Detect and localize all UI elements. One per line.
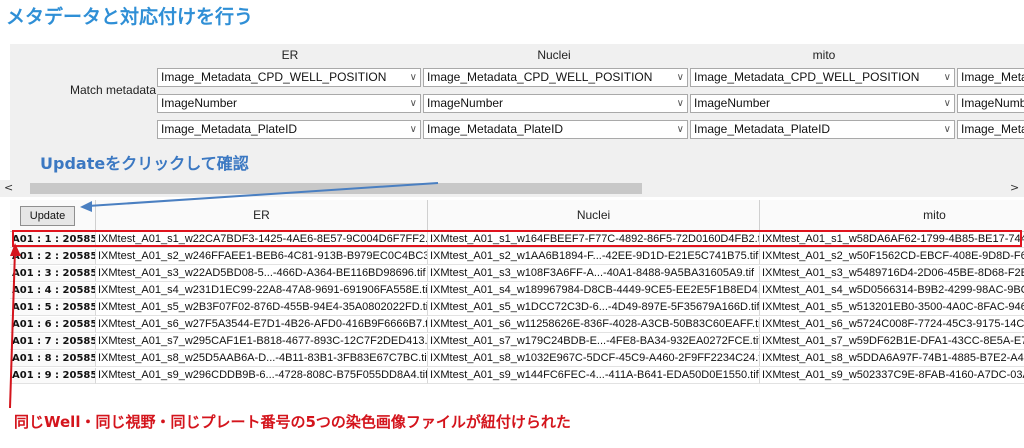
scroll-left-icon[interactable]: < xyxy=(4,181,13,194)
table-cell: IXMtest_A01_s1_w164FBEEF7-F77C-4892-86F5… xyxy=(428,232,760,248)
row-header: A01 : 9 : 20585 xyxy=(10,368,96,384)
chevron-down-icon: ∨ xyxy=(409,72,417,83)
match-col-header-nuclei: Nuclei xyxy=(537,48,571,62)
table-cell: IXMtest_A01_s8_w1032E967C-5DCF-45C9-A460… xyxy=(428,351,760,367)
table-cell: IXMtest_A01_s5_w2B3F07F02-876D-455B-94E4… xyxy=(96,300,428,316)
table-cell: IXMtest_A01_s6_w5724C008F-7724-45C3-9175… xyxy=(760,317,1024,333)
chevron-down-icon: ∨ xyxy=(676,72,684,83)
row-header: A01 : 5 : 20585 xyxy=(10,300,96,316)
horizontal-scrollbar[interactable]: < > xyxy=(0,180,1024,197)
table-cell: IXMtest_A01_s9_w502337C9E-8FAB-4160-A7DC… xyxy=(760,368,1024,384)
table-cell: IXMtest_A01_s5_w513201EB0-3500-4A0C-8FAC… xyxy=(760,300,1024,316)
metadata-dropdown[interactable]: Image_Metadata_PlateID ∨ xyxy=(423,120,688,139)
metadata-dropdown[interactable]: Image_Metadata_CPD_WELL_POSITION ∨ xyxy=(690,68,955,87)
metadata-dropdown[interactable]: Image_Metad xyxy=(957,120,1024,139)
table-cell: IXMtest_A01_s5_w1DCC72C3D-6...-4D49-897E… xyxy=(428,300,760,316)
table-cell: IXMtest_A01_s4_w231D1EC99-22A8-47A8-9691… xyxy=(96,283,428,299)
table-cell: IXMtest_A01_s3_w108F3A6FF-A...-40A1-8488… xyxy=(428,266,760,282)
table-row[interactable]: A01 : 7 : 20585 IXMtest_A01_s7_w295CAF1E1… xyxy=(10,334,1024,350)
table-cell: IXMtest_A01_s8_w25D5AAB6A-D...-4B11-83B1… xyxy=(96,351,428,367)
row-header: A01 : 2 : 20585 xyxy=(10,249,96,265)
chevron-down-icon: ∨ xyxy=(943,124,951,135)
metadata-dropdown[interactable]: Image_Metadata_CPD_WELL_POSITION ∨ xyxy=(157,68,421,87)
chevron-down-icon: ∨ xyxy=(676,124,684,135)
table-cell: IXMtest_A01_s3_w22AD5BD08-5...-466D-A364… xyxy=(96,266,428,282)
table-cell: IXMtest_A01_s4_w189967984-D8CB-4449-9CE5… xyxy=(428,283,760,299)
table-header: ER Nuclei mito xyxy=(10,200,1024,232)
table-col-header-mito: mito xyxy=(760,200,1024,232)
table-col-header-er: ER xyxy=(96,200,428,232)
table-cell: IXMtest_A01_s1_w22CA7BDF3-1425-4AE6-8E57… xyxy=(96,232,428,248)
table-row[interactable]: A01 : 9 : 20585 IXMtest_A01_s9_w296CDDB9B… xyxy=(10,368,1024,384)
chevron-down-icon: ∨ xyxy=(409,98,417,109)
table-cell: IXMtest_A01_s2_w1AA6B1894-F...-42EE-9D1D… xyxy=(428,249,760,265)
table-cell: IXMtest_A01_s7_w59DF62B1E-DFA1-43CC-8E5A… xyxy=(760,334,1024,350)
table-row[interactable]: A01 : 6 : 20585 IXMtest_A01_s6_w27F5A3544… xyxy=(10,317,1024,333)
metadata-dropdown[interactable]: Image_Metadata_CPD_WELL_POSITION ∨ xyxy=(423,68,688,87)
metadata-dropdown[interactable]: Image_Metadata_PlateID ∨ xyxy=(690,120,955,139)
metadata-dropdown[interactable]: ImageNumber ∨ xyxy=(690,94,955,113)
match-col-header-mito: mito xyxy=(812,48,836,62)
update-annotation: Updateをクリックして確認 xyxy=(40,154,249,173)
table-row[interactable]: A01 : 4 : 20585 IXMtest_A01_s4_w231D1EC99… xyxy=(10,283,1024,299)
match-col-header-er: ER xyxy=(281,48,299,62)
row-header: A01 : 8 : 20585 xyxy=(10,351,96,367)
chevron-down-icon: ∨ xyxy=(943,72,951,83)
page-title: メタデータと対応付けを行う xyxy=(6,6,254,28)
metadata-dropdown[interactable]: Image_Metadata_PlateID ∨ xyxy=(157,120,421,139)
table-col-header-nuclei: Nuclei xyxy=(428,200,760,232)
table-cell: IXMtest_A01_s4_w5D0566314-B9B2-4299-98AC… xyxy=(760,283,1024,299)
table-cell: IXMtest_A01_s7_w295CAF1E1-B818-4677-893C… xyxy=(96,334,428,350)
chevron-down-icon: ∨ xyxy=(409,124,417,135)
bottom-note: 同じWell・同じ視野・同じプレート番号の5つの染色画像ファイルが紐付けられた xyxy=(14,413,571,431)
table-cell: IXMtest_A01_s7_w179C24BDB-E...-4FE8-BA34… xyxy=(428,334,760,350)
row-header: A01 : 4 : 20585 xyxy=(10,283,96,299)
table-cell: IXMtest_A01_s2_w50F1562CD-EBCF-408E-9D8D… xyxy=(760,249,1024,265)
table-cell: IXMtest_A01_s6_w11258626E-836F-4028-A3CB… xyxy=(428,317,760,333)
table-cell: IXMtest_A01_s6_w27F5A3544-E7D1-4B26-AFD0… xyxy=(96,317,428,333)
match-metadata-label: Match metadata xyxy=(70,83,157,97)
table-row[interactable]: A01 : 1 : 20585 IXMtest_A01_s1_w22CA7BDF3… xyxy=(10,232,1024,248)
table-cell: IXMtest_A01_s2_w246FFAEE1-BEB6-4C81-913B… xyxy=(96,249,428,265)
table-cell: IXMtest_A01_s1_w58DA6AF62-1799-4B85-BE17… xyxy=(760,232,1024,248)
table-cell: IXMtest_A01_s3_w5489716D4-2D06-45BE-8D68… xyxy=(760,266,1024,282)
metadata-dropdown[interactable]: ImageNumb xyxy=(957,94,1024,113)
row-header: A01 : 1 : 20585 xyxy=(10,232,96,248)
table-row[interactable]: A01 : 2 : 20585 IXMtest_A01_s2_w246FFAEE1… xyxy=(10,249,1024,265)
table-cell: IXMtest_A01_s8_w5DDA6A97F-74B1-4885-B7E2… xyxy=(760,351,1024,367)
table-cell: IXMtest_A01_s9_w296CDDB9B-6...-4728-808C… xyxy=(96,368,428,384)
row-header: A01 : 3 : 20585 xyxy=(10,266,96,282)
table-row[interactable]: A01 : 5 : 20585 IXMtest_A01_s5_w2B3F07F02… xyxy=(10,300,1024,316)
scrollbar-thumb[interactable] xyxy=(30,183,642,194)
metadata-dropdown[interactable]: ImageNumber ∨ xyxy=(157,94,421,113)
metadata-dropdown[interactable]: Image_Metad xyxy=(957,68,1024,87)
row-header: A01 : 6 : 20585 xyxy=(10,317,96,333)
metadata-dropdown[interactable]: ImageNumber ∨ xyxy=(423,94,688,113)
chevron-down-icon: ∨ xyxy=(676,98,684,109)
table-cell: IXMtest_A01_s9_w144FC6FEC-4...-411A-B641… xyxy=(428,368,760,384)
update-button[interactable]: Update xyxy=(20,206,75,226)
row-header: A01 : 7 : 20585 xyxy=(10,334,96,350)
scroll-right-icon[interactable]: > xyxy=(1010,181,1019,194)
match-result-table: ER Nuclei mito A01 : 1 : 20585 IXMtest_A0… xyxy=(10,200,1024,390)
table-row[interactable]: A01 : 8 : 20585 IXMtest_A01_s8_w25D5AAB6A… xyxy=(10,351,1024,367)
chevron-down-icon: ∨ xyxy=(943,98,951,109)
table-row[interactable]: A01 : 3 : 20585 IXMtest_A01_s3_w22AD5BD08… xyxy=(10,266,1024,282)
